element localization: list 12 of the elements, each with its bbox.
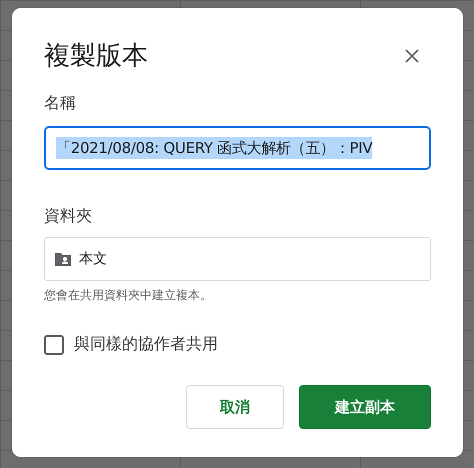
name-input-field[interactable]: 「2021/08/08: QUERY 函式大解析（五）：PIV — [44, 126, 431, 170]
cancel-button[interactable]: 取消 — [186, 385, 284, 429]
checkbox-label: 與同樣的協作者共用 — [74, 334, 218, 355]
field-label: 名稱 — [44, 93, 77, 114]
close-icon — [405, 48, 419, 62]
folder-field[interactable]: 本文 — [44, 237, 431, 281]
checkbox[interactable] — [44, 334, 64, 354]
create-copy-button[interactable]: 建立副本 — [299, 385, 431, 429]
dialog-title: 複製版本 — [44, 40, 148, 73]
hint-text: 您會在共用資料夾中建立複本。 — [44, 287, 213, 304]
shared-folder-icon — [55, 252, 71, 266]
field-label: 資料夾 — [44, 206, 93, 227]
